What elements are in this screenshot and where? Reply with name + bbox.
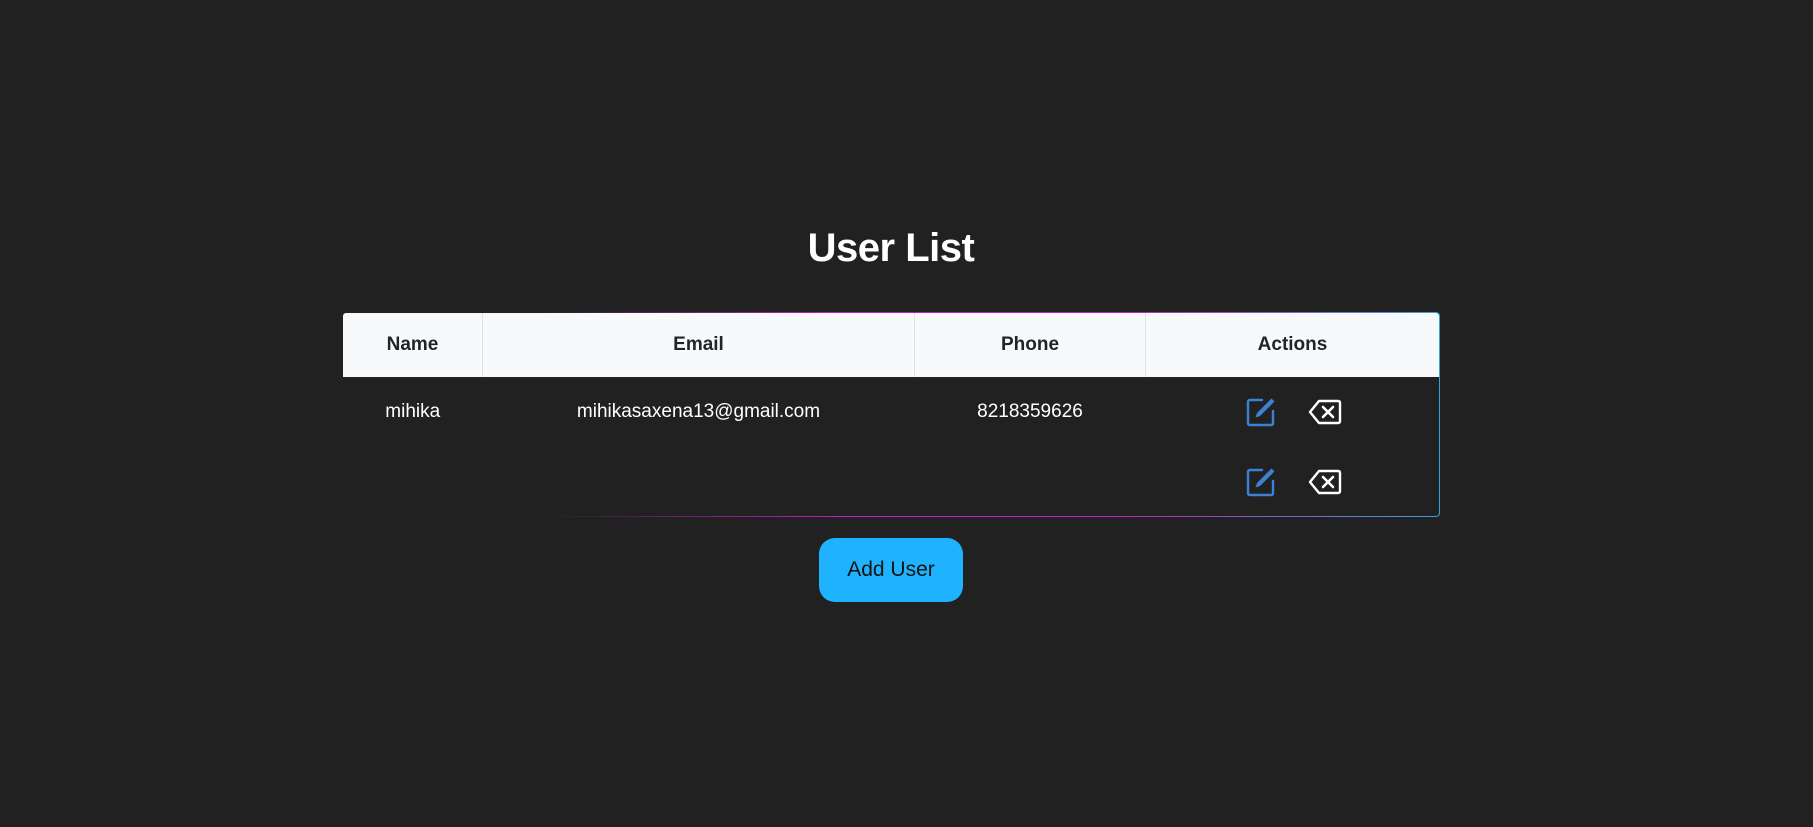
header-name: Name — [343, 313, 483, 377]
table-header: Name Email Phone Actions — [343, 313, 1439, 377]
header-actions: Actions — [1257, 334, 1328, 355]
page-title: User List — [807, 226, 975, 270]
cell-name: mihika — [385, 401, 441, 422]
cell-phone: 8218359626 — [977, 401, 1083, 422]
row-actions — [1146, 465, 1440, 499]
header-phone: Phone — [914, 313, 1146, 377]
row-actions — [1146, 395, 1440, 429]
edit-icon[interactable] — [1244, 395, 1278, 429]
backspace-delete-icon[interactable] — [1308, 395, 1342, 429]
cell-name — [343, 447, 483, 516]
header-email: Email — [482, 313, 915, 377]
cell-phone — [915, 447, 1146, 516]
cell-actions — [1146, 447, 1440, 516]
backspace-delete-icon[interactable] — [1308, 465, 1342, 499]
table-header-row: Name Email Phone Actions — [343, 313, 1439, 377]
table-row — [343, 447, 1440, 516]
add-user-button[interactable]: Add User — [819, 538, 963, 602]
cell-email — [483, 447, 915, 516]
users-table-wrapper: Name Email Phone Actions mihika mihikasa… — [342, 312, 1440, 517]
users-table: Name Email Phone Actions mihika mihikasa… — [343, 313, 1440, 516]
edit-icon[interactable] — [1244, 465, 1278, 499]
cell-email: mihikasaxena13@gmail.com — [576, 401, 821, 422]
table-body: mihika mihikasaxena13@gmail.com 82183596… — [343, 377, 1440, 516]
table-row: mihika mihikasaxena13@gmail.com 82183596… — [343, 377, 1439, 447]
cell-actions — [1146, 377, 1440, 447]
